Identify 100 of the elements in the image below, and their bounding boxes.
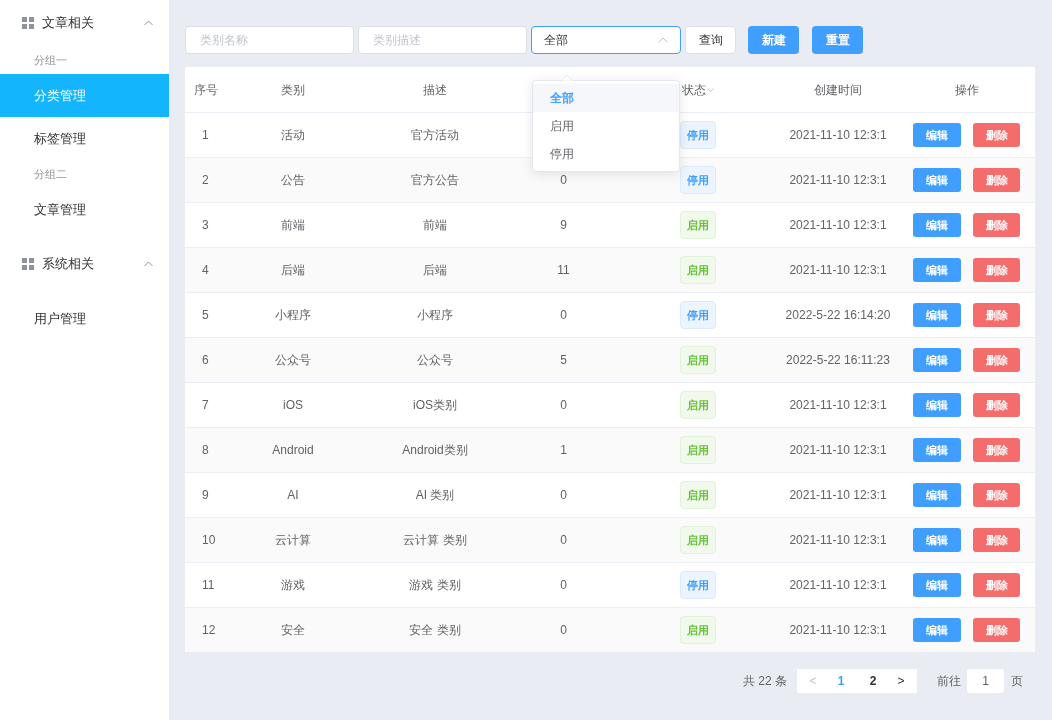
column-header: 描述 xyxy=(423,81,447,99)
menu-group-header[interactable]: 系统相关 xyxy=(0,241,169,287)
table-cell-text: 公告 xyxy=(281,172,305,189)
table-cell-text: 11 xyxy=(557,262,570,279)
delete-button[interactable]: 删除 xyxy=(973,393,1020,417)
table-cell-text: 公众号 xyxy=(275,352,311,369)
query-button[interactable]: 查询 xyxy=(685,26,736,54)
column-header: 状态 xyxy=(682,81,706,99)
edit-button[interactable]: 编辑 xyxy=(913,348,961,372)
page-suffix: 页 xyxy=(1011,673,1023,690)
table-cell-text: 云计算 xyxy=(275,532,311,549)
prev-page-button[interactable]: < xyxy=(801,672,825,690)
table-cell-text: 2021-11-10 12:3:1 xyxy=(789,487,887,504)
edit-button[interactable]: 编辑 xyxy=(913,258,961,282)
table-cell-text: 2021-11-10 12:3:1 xyxy=(789,622,887,639)
menu-item[interactable]: 分类管理 xyxy=(0,74,169,117)
edit-button[interactable]: 编辑 xyxy=(913,573,961,597)
table-cell-text: 0 xyxy=(560,397,567,414)
grid-icon xyxy=(22,258,34,270)
next-page-button[interactable]: > xyxy=(889,672,913,690)
edit-button[interactable]: 编辑 xyxy=(913,618,961,642)
delete-button[interactable]: 删除 xyxy=(973,258,1020,282)
table-cell-text: 11 xyxy=(202,577,215,594)
table-cell-text: 12 xyxy=(202,622,216,639)
table-cell-text: 5 xyxy=(202,307,209,324)
delete-button[interactable]: 删除 xyxy=(973,303,1020,327)
table-cell-text: 7 xyxy=(202,397,209,414)
delete-button[interactable]: 删除 xyxy=(973,618,1020,642)
delete-button[interactable]: 删除 xyxy=(973,528,1020,552)
edit-button[interactable]: 编辑 xyxy=(913,438,961,462)
delete-button[interactable]: 删除 xyxy=(973,168,1020,192)
delete-button[interactable]: 删除 xyxy=(973,348,1020,372)
table-cell-text: 2021-11-10 12:3:1 xyxy=(789,577,887,594)
status-tag: 启用 xyxy=(680,211,716,239)
table-cell-text: 2021-11-10 12:3:1 xyxy=(789,442,887,459)
table-cell-text: 10 xyxy=(202,532,216,549)
status-tag: 停用 xyxy=(680,166,716,194)
menu-group-label: 分组一 xyxy=(33,52,68,68)
edit-button[interactable]: 编辑 xyxy=(913,123,961,147)
goto-label: 前往 xyxy=(937,673,961,690)
menu-item[interactable]: 标签管理 xyxy=(0,117,169,160)
table-cell-text: 1 xyxy=(202,127,209,144)
table-cell-text: 2021-11-10 12:3:1 xyxy=(789,532,887,549)
table-cell-text: 2021-11-10 12:3:1 xyxy=(789,217,887,234)
status-tag: 启用 xyxy=(680,481,716,509)
table-cell-text: 0 xyxy=(560,307,567,324)
reset-button[interactable]: 重置 xyxy=(812,26,863,54)
menu-group-header[interactable]: 文章相关 xyxy=(0,0,169,46)
table-cell-text: 9 xyxy=(202,487,209,504)
table-cell-text: 前端 xyxy=(281,217,305,234)
new-button[interactable]: 新建 xyxy=(748,26,799,54)
table-cell-text: 2021-11-10 12:3:1 xyxy=(789,127,887,144)
chevron-up-icon xyxy=(658,37,668,43)
edit-button[interactable]: 编辑 xyxy=(913,168,961,192)
table-cell-text: AI 类别 xyxy=(415,487,455,504)
chevron-down-icon[interactable] xyxy=(707,87,714,92)
table-cell-text: 2021-11-10 12:3:1 xyxy=(789,172,887,189)
status-select[interactable]: 全部 xyxy=(531,26,681,54)
table-cell-text: 5 xyxy=(560,352,567,369)
delete-button[interactable]: 删除 xyxy=(973,213,1020,237)
text-input[interactable]: 类别描述 xyxy=(358,26,527,54)
table-cell-text: 1 xyxy=(560,442,567,459)
page-input[interactable]: 1 xyxy=(967,669,1004,693)
table-cell-text: 2021-11-10 12:3:1 xyxy=(789,397,887,414)
page-button[interactable]: 2 xyxy=(857,672,889,690)
edit-button[interactable]: 编辑 xyxy=(913,393,961,417)
edit-button[interactable]: 编辑 xyxy=(913,483,961,507)
delete-button[interactable]: 删除 xyxy=(973,123,1020,147)
edit-button[interactable]: 编辑 xyxy=(913,213,961,237)
table-cell-text: 2022-5-22 16:14:20 xyxy=(785,307,891,324)
edit-button[interactable]: 编辑 xyxy=(913,303,961,327)
dropdown-option[interactable]: 全部 xyxy=(533,84,679,112)
column-header: 创建时间 xyxy=(814,81,862,99)
delete-button[interactable]: 删除 xyxy=(973,438,1020,462)
status-tag: 启用 xyxy=(680,436,716,464)
menu-item[interactable]: 用户管理 xyxy=(0,297,169,340)
dropdown-option[interactable]: 启用 xyxy=(533,112,679,140)
text-input[interactable]: 类别名称 xyxy=(185,26,354,54)
delete-button[interactable]: 删除 xyxy=(973,573,1020,597)
dropdown-option[interactable]: 停用 xyxy=(533,140,679,168)
table-cell-text: 2021-11-10 12:3:1 xyxy=(789,262,887,279)
table-cell-text: 2022-5-22 16:11:23 xyxy=(786,352,890,369)
edit-button[interactable]: 编辑 xyxy=(913,528,961,552)
table-cell-text: 游戏 xyxy=(281,577,305,594)
table-cell-text: 6 xyxy=(202,352,209,369)
table-cell-text: 后端 xyxy=(423,262,447,279)
table-cell-text: 前端 xyxy=(423,217,447,234)
table-cell-text: Android类别 xyxy=(402,442,468,459)
delete-button[interactable]: 删除 xyxy=(973,483,1020,507)
menu-group-label: 分组二 xyxy=(33,166,68,182)
column-header: 类别 xyxy=(281,81,305,99)
table-cell-text: iOS xyxy=(283,397,303,414)
table-cell-text: 安全 xyxy=(281,622,305,639)
menu-item[interactable]: 文章管理 xyxy=(0,188,169,231)
table-cell-text: 0 xyxy=(560,577,567,594)
page-button[interactable]: 1 xyxy=(825,672,857,690)
table-cell-text: 4 xyxy=(202,262,209,279)
table-cell-text: 0 xyxy=(560,487,567,504)
table-cell-text: 安全 类别 xyxy=(409,622,461,639)
status-tag: 停用 xyxy=(680,301,716,329)
